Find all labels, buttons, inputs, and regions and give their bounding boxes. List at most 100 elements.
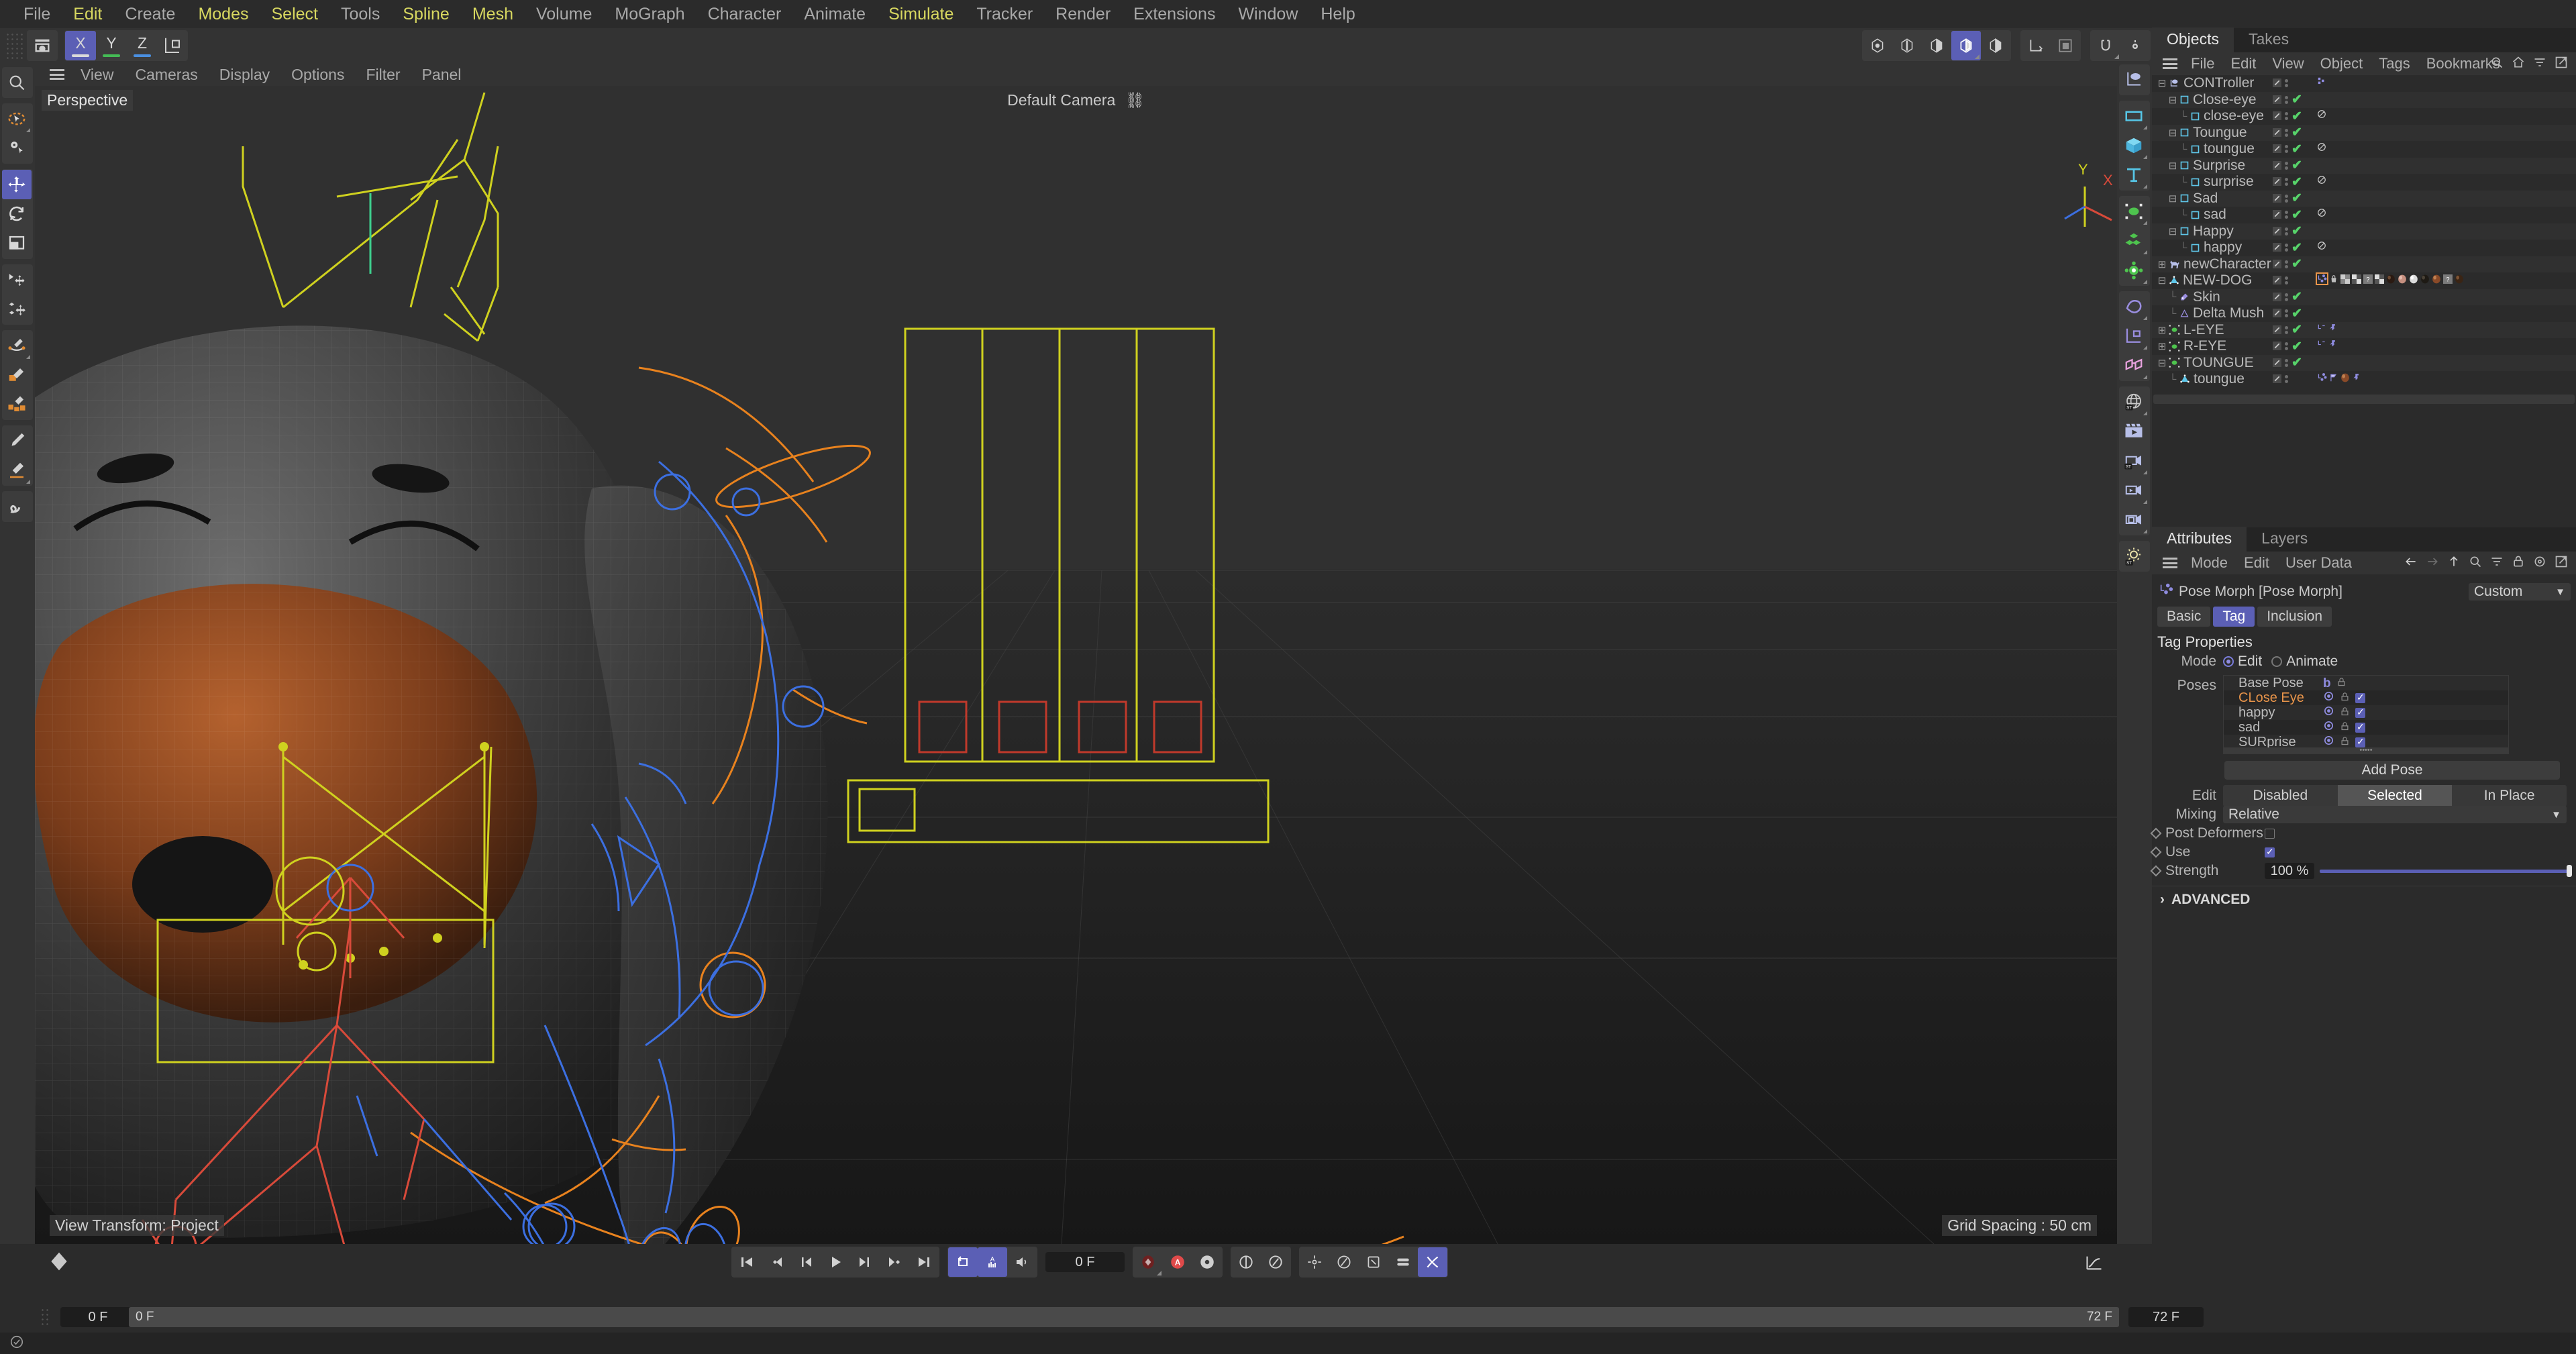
edit-option-selected[interactable]: Selected [2337, 785, 2453, 806]
collapse-icon[interactable]: ⊟ [2168, 127, 2177, 139]
edit-toggle-icon[interactable] [2273, 174, 2281, 190]
object-tree-row[interactable]: ⊟ Close-eye ✔ [2152, 91, 2576, 108]
visibility-dots-icon[interactable] [2285, 95, 2288, 104]
cloth-icon[interactable] [2119, 351, 2149, 380]
edit-toggle-icon[interactable] [2273, 191, 2281, 207]
keyframe-diamond-icon[interactable] [2150, 827, 2162, 839]
visibility-dots-icon[interactable] [2285, 211, 2288, 219]
mat-black-icon[interactable] [2420, 274, 2430, 284]
target-icon[interactable] [2533, 555, 2546, 572]
object-tree-row[interactable]: └ close-eye ✔ [2152, 108, 2576, 125]
visibility-dots-icon[interactable] [2285, 375, 2288, 384]
object-tree-row[interactable]: └ Delta Mush ✔ [2152, 305, 2576, 322]
search-icon[interactable] [2469, 555, 2482, 572]
tab-inclusion[interactable]: Inclusion [2257, 607, 2332, 627]
scale-key-icon[interactable] [1359, 1247, 1388, 1277]
edit-toggle-icon[interactable] [2273, 322, 2281, 338]
pose-radio-icon[interactable] [2323, 690, 2334, 706]
rotation-key-icon[interactable] [1261, 1247, 1290, 1277]
autokey-icon[interactable]: A [1163, 1247, 1192, 1277]
enabled-check-icon[interactable]: ✔ [2291, 289, 2302, 305]
visibility-dots-icon[interactable] [2285, 227, 2288, 236]
enabled-check-icon[interactable]: ✔ [2291, 306, 2302, 321]
render-picture-icon[interactable] [2119, 417, 2149, 446]
enabled-check-icon[interactable]: ✔ [2291, 142, 2302, 157]
mat-white-icon[interactable] [2409, 274, 2418, 284]
open-window-icon[interactable] [2555, 555, 2568, 572]
pose-radio-icon[interactable] [2323, 720, 2334, 735]
mograph-icon[interactable] [2119, 256, 2149, 285]
pin-tag-icon[interactable] [2352, 373, 2361, 382]
pose-lock-icon[interactable] [2340, 705, 2350, 721]
edit-toggle-icon[interactable] [2273, 141, 2281, 157]
collapse-icon[interactable]: ⊟ [2157, 274, 2167, 287]
post-deformers-checkbox[interactable] [2265, 828, 2275, 839]
menu-item-tracker[interactable]: Tracker [965, 0, 1044, 28]
object-row-controls[interactable]: ✔ [2273, 141, 2302, 157]
object-tree-row[interactable]: ⊞ newCharacter ✔ [2152, 256, 2576, 272]
attributes-menu-userdata[interactable]: User Data [2277, 554, 2360, 572]
pose-row[interactable]: happy [2224, 705, 2508, 720]
object-tree-row[interactable]: ⊟ Sad ✔ [2152, 190, 2576, 207]
edit-toggle-icon[interactable] [2273, 371, 2281, 387]
visibility-dots-icon[interactable] [2285, 194, 2288, 203]
collapse-icon[interactable]: ⊟ [2168, 193, 2177, 205]
object-row-controls[interactable]: ✔ [2273, 355, 2302, 371]
enabled-check-icon[interactable]: ✔ [2291, 322, 2302, 337]
object-tags[interactable] [2317, 340, 2338, 349]
object-tags[interactable] [2317, 142, 2326, 152]
object-row-controls[interactable]: ✔ [2273, 322, 2302, 338]
snap-icon[interactable] [2091, 31, 2120, 60]
xpresso-tag-icon[interactable] [2317, 323, 2326, 333]
viewport-menu-view[interactable]: View [70, 66, 124, 84]
bend-deformer-icon[interactable] [2119, 292, 2149, 321]
viewport-menu-panel[interactable]: Panel [411, 66, 472, 84]
camera-lock-icon[interactable]: ⛓ [1125, 91, 1145, 109]
null-object-icon[interactable] [2119, 65, 2149, 95]
menu-item-create[interactable]: Create [113, 0, 187, 28]
pose-morph-icon[interactable] [2317, 372, 2327, 382]
menu-item-character[interactable]: Character [697, 0, 793, 28]
live-selection-icon[interactable] [2, 104, 32, 134]
visibility-dots-icon[interactable] [2285, 309, 2288, 318]
menu-item-render[interactable]: Render [1044, 0, 1122, 28]
edit-toggle-icon[interactable] [2273, 223, 2281, 240]
object-tree-row[interactable]: └ sad ✔ [2152, 207, 2576, 223]
sound-icon[interactable] [1007, 1247, 1037, 1277]
edit-toggle-icon[interactable] [2273, 338, 2281, 354]
object-row-controls[interactable] [2273, 272, 2300, 289]
next-frame-icon[interactable] [850, 1247, 880, 1277]
object-row-controls[interactable]: ✔ [2273, 125, 2302, 141]
menu-item-tools[interactable]: Tools [329, 0, 391, 28]
menu-item-simulate[interactable]: Simulate [877, 0, 965, 28]
object-row-controls[interactable] [2273, 75, 2300, 91]
object-row-controls[interactable]: ✔ [2273, 240, 2302, 256]
selection-settings-icon[interactable] [2, 134, 32, 163]
auto-keyframe-audio-icon[interactable]: A [978, 1247, 1007, 1277]
pin-tag-icon[interactable] [2328, 340, 2338, 349]
object-tags[interactable]: ?? [2316, 272, 2464, 285]
point-mode-icon[interactable] [1863, 31, 1892, 60]
enabled-check-icon[interactable]: ✔ [2291, 125, 2302, 140]
move-selected-icon[interactable] [2, 265, 32, 295]
current-frame-field[interactable]: 0 F [1045, 1252, 1125, 1272]
go-to-end-icon[interactable] [909, 1247, 939, 1277]
visibility-dots-icon[interactable] [2285, 145, 2288, 154]
visibility-dots-icon[interactable] [2285, 276, 2288, 285]
timeline-drag-handle[interactable] [40, 1308, 51, 1326]
prev-keyframe-icon[interactable] [762, 1247, 791, 1277]
object-tree-row[interactable]: ⊞ R-EYE ✔ [2152, 338, 2576, 355]
viewport-menu-filter[interactable]: Filter [355, 66, 411, 84]
object-row-controls[interactable]: ✔ [2273, 191, 2302, 207]
globe-icon[interactable]: ST [2119, 387, 2149, 417]
edit-toggle-icon[interactable] [2273, 92, 2281, 108]
camera-morph-icon[interactable] [2119, 505, 2149, 535]
no-entry-icon[interactable] [2317, 142, 2326, 152]
poly-brush-icon[interactable] [2, 390, 32, 419]
attributes-menu-edit[interactable]: Edit [2236, 554, 2277, 572]
loop-icon[interactable] [948, 1247, 978, 1277]
checker-icon[interactable] [2340, 274, 2350, 284]
menu-item-extensions[interactable]: Extensions [1122, 0, 1227, 28]
object-tags[interactable] [2317, 76, 2326, 86]
viewport-menu-cameras[interactable]: Cameras [124, 66, 208, 84]
